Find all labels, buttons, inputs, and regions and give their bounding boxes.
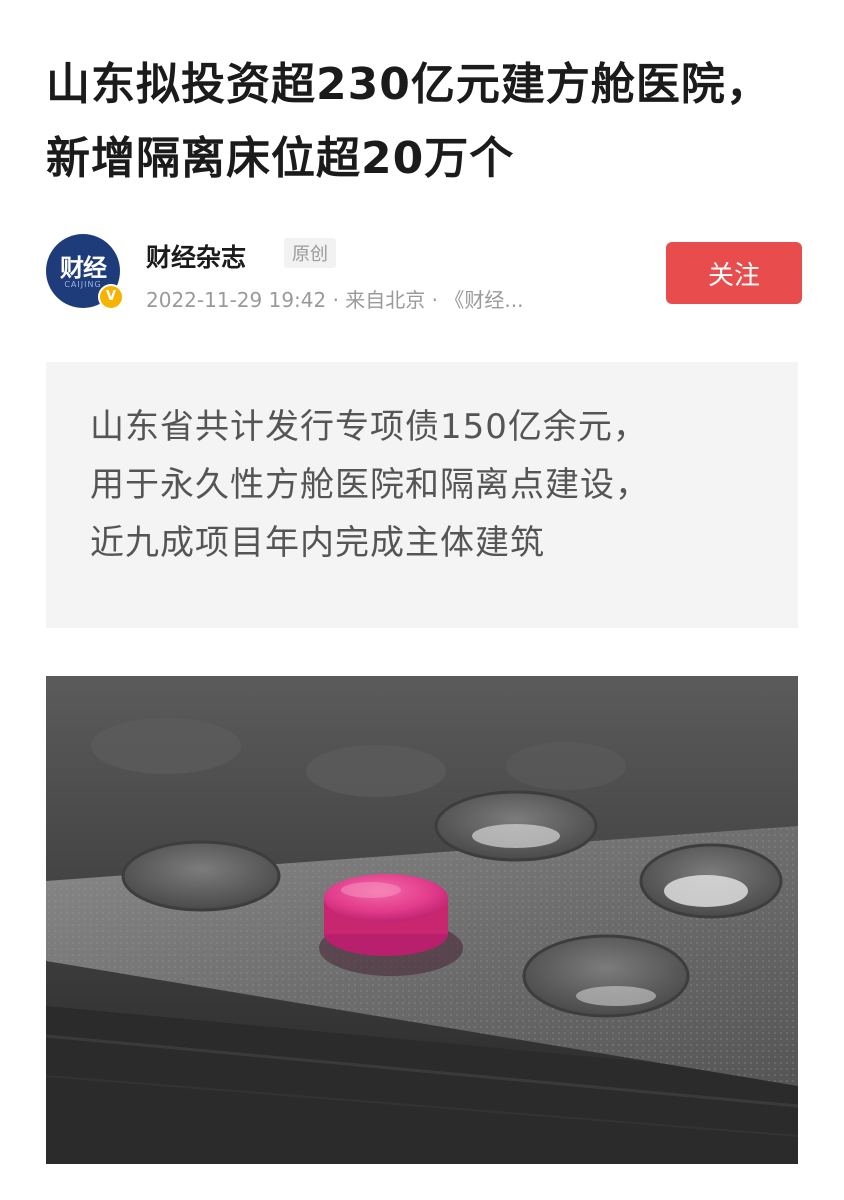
article-page: 山东拟投资超230亿元建方舱医院，新增隔离床位超20万个 财经 CAIJING …: [0, 0, 844, 1200]
article-photo[interactable]: [46, 676, 798, 1164]
verified-badge-icon: V: [98, 284, 124, 310]
author-row: 财经 CAIJING V 财经杂志 原创 2022-11-29 19:42 · …: [46, 232, 802, 312]
summary-line: 近九成项目年内完成主体建筑: [90, 523, 545, 563]
follow-button[interactable]: 关注: [666, 242, 802, 304]
author-name[interactable]: 财经杂志: [146, 238, 246, 274]
publish-meta: 2022-11-29 19:42 · 来自北京 · 《财经...: [146, 288, 524, 312]
pink-pill: [324, 874, 448, 956]
summary-box: 山东省共计发行专项债150亿余元， 用于永久性方舱医院和隔离点建设， 近九成项目…: [46, 362, 798, 628]
avatar-logo-text: 财经: [60, 254, 107, 282]
article-headline: 山东拟投资超230亿元建方舱医院，新增隔离床位超20万个: [46, 59, 771, 184]
blister-pack-illustration: [46, 676, 798, 1164]
original-tag: 原创: [284, 238, 336, 268]
summary-line: 用于永久性方舱医院和隔离点建设，: [90, 465, 650, 505]
summary-line: 山东省共计发行专项债150亿余元，: [90, 407, 648, 447]
